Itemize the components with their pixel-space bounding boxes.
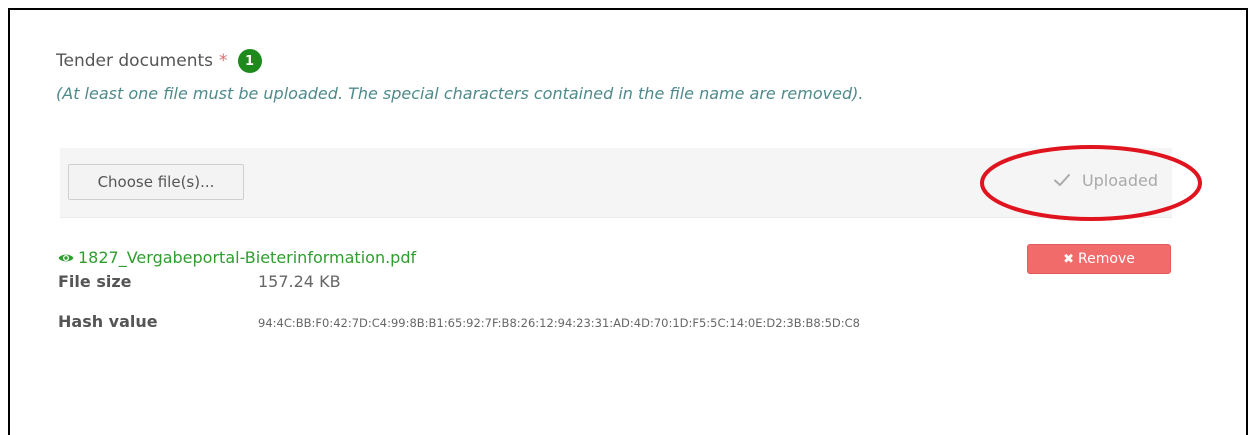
check-icon <box>1053 174 1070 186</box>
remove-file-button[interactable]: ✖ Remove <box>1027 244 1171 274</box>
upload-status: Uploaded <box>1052 170 1158 190</box>
window-frame: Tender documents * 1 (At least one file … <box>8 8 1248 435</box>
remove-label: Remove <box>1078 251 1135 267</box>
upload-hint: (At least one file must be uploaded. The… <box>56 84 864 103</box>
upload-status-label: Uploaded <box>1081 170 1158 190</box>
upload-bar: Choose file(s)... Uploaded <box>60 148 1172 218</box>
x-icon: ✖ <box>1063 251 1075 267</box>
title-row: Tender documents * 1 <box>56 48 1176 74</box>
hash-value-label: Hash value <box>58 312 158 331</box>
choose-files-button[interactable]: Choose file(s)... <box>68 164 244 200</box>
file-size-row: File size 157.24 KB <box>58 272 341 291</box>
file-size-value: 157.24 KB <box>258 272 341 291</box>
file-size-label: File size <box>58 272 132 291</box>
file-count-badge: 1 <box>237 49 262 73</box>
eye-icon <box>58 254 74 261</box>
required-marker: * <box>219 51 228 71</box>
hash-value: 94:4C:BB:F0:42:7D:C4:99:8B:B1:65:92:7F:B… <box>258 316 860 330</box>
section-title: Tender documents <box>56 51 214 71</box>
hash-value-row: Hash value 94:4C:BB:F0:42:7D:C4:99:8B:B1… <box>58 312 860 331</box>
file-link[interactable]: 1827_Vergabeportal-Bieterinformation.pdf <box>58 248 416 267</box>
file-name: 1827_Vergabeportal-Bieterinformation.pdf <box>78 248 417 267</box>
tender-documents-section: Tender documents * 1 (At least one file … <box>56 48 1176 218</box>
